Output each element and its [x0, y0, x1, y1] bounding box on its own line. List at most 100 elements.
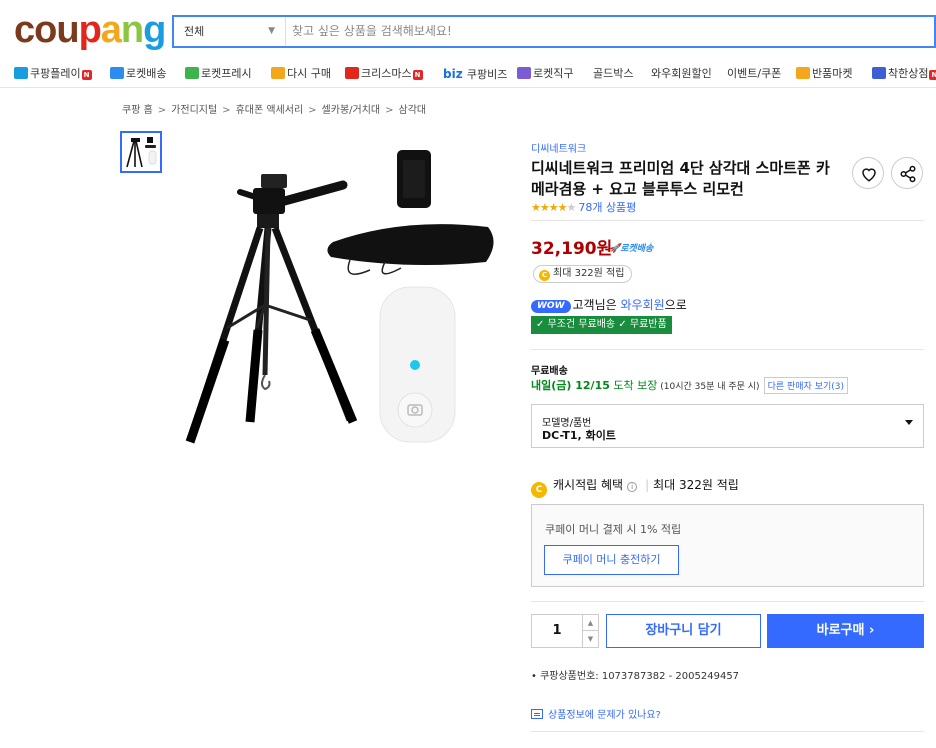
buy-now-button[interactable]: 바로구매 › — [767, 614, 924, 648]
nav-item[interactable]: 골드박스 — [593, 66, 633, 82]
nav-item[interactable]: biz 쿠팡비즈 — [443, 66, 507, 82]
shipping-title: 무료배송 — [531, 366, 568, 377]
coupang-logo[interactable]: coupang — [14, 8, 166, 52]
new-badge: N — [929, 70, 936, 80]
nav-item[interactable]: 다시 구매 — [271, 66, 331, 82]
nav-item-label: 반품마켓 — [812, 67, 853, 80]
share-button[interactable] — [891, 157, 923, 189]
share-icon — [900, 165, 916, 183]
reorder-icon — [271, 67, 285, 79]
quantity-decrease-button[interactable]: ▼ — [582, 631, 598, 647]
product-title: 디씨네트워크 프리미엄 4단 삼각대 스마트폰 카메라겸용 + 요고 블루투스 … — [531, 159, 830, 198]
quantity-increase-button[interactable]: ▲ — [582, 615, 598, 631]
product-rating: ★★★★★ 78개 상품평 — [531, 199, 636, 215]
divider — [531, 220, 924, 221]
quantity-input[interactable]: 1 — [532, 615, 582, 647]
rocket-delivery-badge: 🚀로켓배송 — [609, 244, 654, 254]
wow-prefix: 고객님은 — [572, 298, 621, 312]
cash-reward-label: 캐시적립 혜택 — [553, 478, 624, 492]
new-badge: N — [81, 70, 92, 80]
biz-icon: biz — [443, 67, 467, 81]
info-icon[interactable]: i — [627, 482, 638, 492]
coupay-box: 쿠페이 머니 결제 시 1% 적립 쿠페이 머니 충전하기 — [531, 504, 924, 587]
nav-item-label: 쿠팡플레이 — [30, 67, 81, 80]
wishlist-button[interactable] — [852, 157, 884, 189]
coupay-text: 쿠페이 머니 결제 시 1% 적립 — [545, 523, 682, 536]
globe-icon — [517, 67, 531, 79]
breadcrumb-item[interactable]: 가전디지털 — [171, 105, 217, 116]
header: coupang 전체 ▼ 찾고 싶은 상품을 검색해보세요! — [0, 0, 936, 60]
nav-item[interactable]: 반품마켓 — [796, 66, 852, 82]
nav-item[interactable]: 쿠팡플레이 N — [14, 66, 92, 82]
cash-reward-value: 최대 322원 적립 — [653, 478, 739, 492]
quantity-stepper: 1 ▲ ▼ — [531, 614, 599, 648]
search-bar: 전체 ▼ 찾고 싶은 상품을 검색해보세요! — [172, 15, 936, 48]
nav-item-label: 이벤트/쿠폰 — [727, 67, 782, 80]
points-text: 최대 322원 적립 — [553, 268, 625, 279]
nav-item[interactable]: 착한상점 N — [872, 66, 936, 82]
free-shipping-return-badge: ✓ 무조건 무료배송 ✓ 무료반품 — [531, 316, 672, 334]
divider — [531, 731, 924, 732]
other-sellers-button[interactable]: 다른 판매자 보기(3) — [763, 377, 849, 394]
logo-part: n — [120, 9, 144, 51]
product-price: 32,190원 — [531, 239, 613, 259]
product-number: • 쿠팡상품번호: 1073787382 - 2005249457 — [531, 671, 740, 682]
nav-item-label: 다시 구매 — [287, 67, 331, 80]
product-main-image — [165, 130, 515, 470]
coin-icon: C — [531, 482, 547, 498]
new-badge: N — [412, 70, 423, 80]
category-nav: 쿠팡플레이 N 로켓배송 로켓프레시 다시 구매 크리스마스 Nbiz 쿠팡비즈 로켓직구 골드… — [0, 60, 936, 88]
return-market-icon — [796, 67, 810, 79]
rocket-icon — [110, 67, 124, 79]
search-input[interactable]: 찾고 싶은 상품을 검색해보세요! — [292, 17, 452, 46]
seller-link[interactable]: 디씨네트워크 — [531, 140, 586, 155]
nav-item[interactable]: 이벤트/쿠폰 — [727, 66, 781, 82]
nav-item[interactable]: 로켓프레시 — [185, 66, 252, 82]
tripod-product-image — [185, 150, 494, 444]
breadcrumb-item[interactable]: 쿠팡 홈 — [122, 105, 153, 116]
nav-item[interactable]: 크리스마스 N — [345, 66, 423, 82]
rocket-fresh-icon — [185, 67, 199, 79]
breadcrumb-item[interactable]: 삼각대 — [399, 105, 427, 116]
separator: | — [645, 478, 650, 492]
santa-icon — [345, 67, 359, 79]
review-count-link[interactable]: 78개 상품평 — [578, 201, 636, 214]
wow-suffix: 으로 — [664, 298, 687, 312]
search-category-select[interactable]: 전체 ▼ — [174, 17, 286, 46]
product-number-text: 쿠팡상품번호: 1073787382 - 2005249457 — [540, 671, 740, 682]
nav-item[interactable]: 로켓배송 — [110, 66, 166, 82]
cash-reward-line: C 캐시적립 혜택 i | 최대 322원 적립 — [531, 476, 739, 498]
report-issue-link[interactable]: 상품정보에 문제가 있나요? — [531, 706, 661, 721]
option-value: DC-T1, 화이트 — [542, 429, 616, 442]
nav-item-label: 와우회원할인 — [651, 67, 712, 80]
wow-member-link[interactable]: 와우회원 — [621, 298, 665, 312]
chevron-down-icon: ▼ — [268, 26, 275, 36]
product-thumbnail[interactable] — [120, 131, 162, 173]
nav-item[interactable]: 로켓직구 — [517, 66, 573, 82]
star-rating-icon: ★★★★★ — [531, 201, 576, 214]
coupay-charge-button[interactable]: 쿠페이 머니 충전하기 — [544, 545, 679, 575]
option-select[interactable]: 모델명/품번 DC-T1, 화이트 — [531, 404, 924, 448]
heart-icon — [862, 168, 876, 182]
add-to-cart-button[interactable]: 장바구니 담기 — [606, 614, 761, 648]
search-category-value: 전체 — [184, 25, 205, 38]
points-chip: C 최대 322원 적립 — [533, 265, 633, 283]
delivery-guarantee: 도착 보장 — [609, 379, 658, 392]
comment-icon — [531, 709, 543, 719]
nav-item-label: 쿠팡비즈 — [466, 68, 508, 81]
breadcrumb-separator: > — [308, 105, 317, 116]
nav-item-label: 착한상점 — [888, 67, 929, 80]
play-icon — [14, 67, 28, 79]
nav-item-label: 로켓프레시 — [201, 67, 252, 80]
wow-member-line: WOW 고객님은 와우회원으로 — [531, 296, 687, 313]
nav-item-label: 크리스마스 — [361, 67, 412, 80]
nav-item[interactable]: 와우회원할인 — [651, 66, 712, 82]
delivery-note: (10시간 35분 내 주문 시) — [657, 382, 760, 392]
breadcrumb-item[interactable]: 셀카봉/거치대 — [322, 105, 381, 116]
nav-item-label: 로켓배송 — [126, 67, 167, 80]
logo-part: g — [143, 9, 166, 51]
breadcrumb-item[interactable]: 휴대폰 액세서리 — [236, 105, 304, 116]
report-issue-text: 상품정보에 문제가 있나요? — [548, 710, 661, 721]
logo-part: a — [100, 9, 122, 51]
rocket-delivery-label: 로켓배송 — [620, 244, 654, 254]
